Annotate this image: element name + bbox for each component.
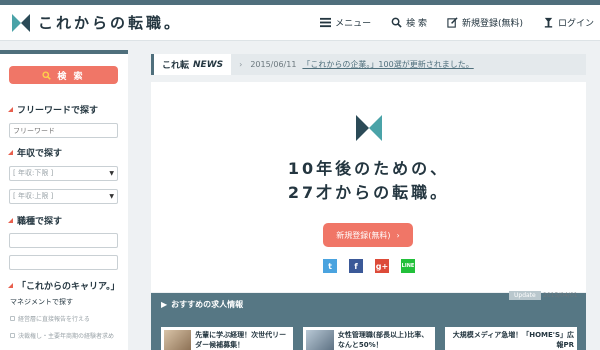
chevron-right-icon: ▶ — [161, 300, 168, 309]
facebook-icon[interactable]: f — [349, 259, 363, 273]
freeword-title-text: フリーワードで探す — [17, 106, 99, 116]
salary-min-value: [ 年収:下限 ] — [13, 169, 54, 177]
sidebar-search-button[interactable]: 検 索 — [9, 66, 118, 84]
career-checkbox-item[interactable]: 決裁権し・主要年商期の経験者求め — [10, 331, 114, 340]
news-tag-prefix: これ転 — [162, 61, 190, 71]
salary-max-value: [ 年収:上限 ] — [13, 192, 54, 200]
googleplus-icon[interactable]: g+ — [375, 259, 389, 273]
salary-section-title: 年収で探す — [8, 146, 62, 159]
hero-headline-line-2: 27才からの転職。 — [287, 183, 450, 202]
job-thumbnail — [164, 330, 192, 350]
news-tag-word: NEWS — [193, 59, 224, 70]
nav-register-label: 新規登録(無料) — [461, 19, 523, 29]
nav-menu[interactable]: メニュー — [320, 16, 371, 29]
chevron-right-icon: › — [239, 60, 243, 69]
site-logo[interactable]: これからの転職。 — [12, 12, 182, 33]
checkbox[interactable] — [10, 316, 15, 321]
jobs-title: ▶ おすすめの求人情報 — [161, 299, 243, 310]
freeword-input[interactable] — [9, 123, 118, 138]
logo-mark-icon — [12, 13, 30, 32]
sidebar-accent-line — [0, 50, 128, 54]
career-section-title: 「これからのキャリア。」 — [8, 279, 120, 292]
news-tag: これ転 NEWS — [151, 54, 232, 75]
job-card[interactable]: 大規模メディア急増！「HOME'S」広報PR — [445, 327, 577, 350]
update-date: 2015/04/01 — [543, 292, 578, 299]
jobs-title-text: おすすめの求人情報 — [171, 300, 244, 309]
edit-icon — [447, 17, 458, 28]
job-card-title: 大規模メディア急増！「HOME'S」広報PR — [452, 331, 574, 349]
register-cta-button[interactable]: 新規登録(無料) › — [323, 223, 413, 247]
career-title-text: 「これからのキャリア。」 — [17, 282, 120, 292]
news-bar: これ転 NEWS › 2015/06/11 「これからの企業。」100選が更新さ… — [151, 54, 586, 75]
checkbox[interactable] — [10, 333, 15, 338]
career-checkbox-label: 経営層に直接報告を行える — [18, 316, 90, 323]
logo-text: これからの転職。 — [38, 14, 183, 32]
triangle-bullet-icon — [8, 107, 13, 112]
news-date: 2015/06/11 — [250, 60, 297, 69]
register-cta-label: 新規登録(無料) — [336, 230, 391, 240]
management-link[interactable]: マネジメントで探す — [10, 297, 73, 307]
job-card-title: 女性管理職(部長以上)比率、なんと50%！ — [337, 331, 429, 349]
nav-search[interactable]: 検 索 — [391, 16, 427, 29]
site-header: これからの転職。 メニュー 検 索 新規登録(無料) ログイン — [0, 5, 600, 41]
nav-login-label: ログイン — [557, 19, 594, 29]
hero-headline-line-1: 10年後のための、 — [287, 159, 450, 178]
hero-panel: 10年後のための、 27才からの転職。 新規登録(無料) › t f g+ LI… — [151, 82, 586, 292]
nav-search-label: 検 索 — [406, 19, 427, 29]
job-card[interactable]: 先輩に学ぶ経理！次世代リーダー候補募集！ — [161, 327, 293, 350]
menu-icon — [320, 17, 332, 28]
job-card[interactable]: 女性管理職(部長以上)比率、なんと50%！ — [303, 327, 435, 350]
logo-mark-icon — [356, 115, 382, 141]
search-icon — [42, 70, 52, 80]
line-icon[interactable]: LINE — [401, 259, 415, 273]
career-checkbox-item[interactable]: 経営層に直接報告を行える — [10, 314, 90, 323]
update-badge: Update — [509, 291, 541, 300]
chevron-right-icon: › — [396, 230, 400, 240]
nav-login[interactable]: ログイン — [543, 16, 594, 29]
salary-title-text: 年収で探す — [17, 149, 63, 159]
news-headline-link[interactable]: 「これからの企業。」100選が更新されました。 — [302, 59, 473, 70]
job-category-input-2[interactable] — [9, 255, 118, 270]
sidebar-search-label: 検 索 — [57, 71, 85, 82]
nav-menu-label: メニュー — [335, 19, 372, 29]
nav-register[interactable]: 新規登録(無料) — [447, 16, 523, 29]
header-nav: メニュー 検 索 新規登録(無料) ログイン — [320, 16, 594, 29]
jobs-list: 先輩に学ぶ経理！次世代リーダー候補募集！ 女性管理職(部長以上)比率、なんと50… — [151, 315, 586, 350]
job-card-title: 先輩に学ぶ経理！次世代リーダー候補募集！ — [195, 331, 287, 349]
jobs-section-header: ▶ おすすめの求人情報 Update 2015/04/01 — [151, 291, 586, 315]
search-icon — [391, 17, 402, 28]
job-section-title: 職種で探す — [8, 214, 62, 227]
freeword-section-title: フリーワードで探す — [8, 103, 98, 116]
triangle-bullet-icon — [8, 283, 13, 288]
career-checkbox-label: 決裁権し・主要年商期の経験者求め — [18, 333, 115, 340]
triangle-bullet-icon — [8, 150, 13, 155]
job-category-input-1[interactable] — [9, 233, 118, 248]
job-title-text: 職種で探す — [17, 217, 63, 227]
salary-max-select[interactable]: [ 年収:上限 ] — [9, 189, 118, 204]
login-icon — [544, 17, 553, 28]
twitter-icon[interactable]: t — [323, 259, 337, 273]
job-thumbnail — [306, 330, 334, 350]
salary-min-select[interactable]: [ 年収:下限 ] — [9, 166, 118, 181]
triangle-bullet-icon — [8, 218, 13, 223]
social-share-row: t f g+ LINE — [323, 259, 415, 273]
